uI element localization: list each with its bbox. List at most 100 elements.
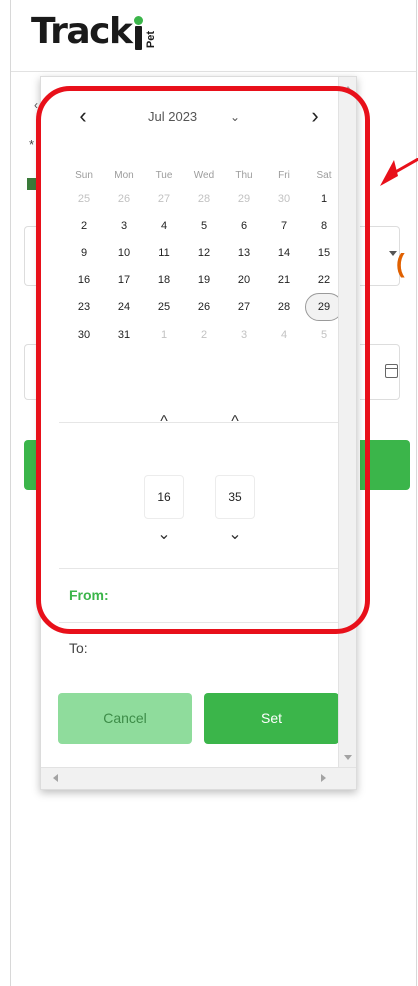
hour-input[interactable]: 16 [144,475,184,519]
calendar-day-label: 25 [157,301,171,313]
calendar-day[interactable]: 2 [64,212,104,239]
calendar-day[interactable]: 31 [104,321,144,348]
calendar-day[interactable]: 4 [144,212,184,239]
from-label[interactable]: From: [69,587,109,603]
calendar-week-row: 9 10 11 12 13 14 15 [64,239,344,266]
calendar-day[interactable]: 28 [264,293,304,321]
calendar-day[interactable]: 17 [104,266,144,293]
chevron-down-icon[interactable]: ⌄ [230,110,240,124]
app-header: Track Pet [11,0,416,72]
divider [59,568,340,569]
hour-down-button[interactable]: ⌄ [144,524,184,544]
select-field-end[interactable] [360,226,400,286]
weekday-label: Mon [114,169,134,181]
logo-pin-icon [132,16,144,50]
calendar-day[interactable]: 27 [144,185,184,212]
calendar-day-label: 5 [200,219,208,232]
calendar-day[interactable]: 20 [224,266,264,293]
submit-button-end[interactable] [360,440,410,490]
calendar-day[interactable]: 27 [224,293,264,321]
cancel-button[interactable]: Cancel [58,693,192,744]
calendar-day-label: 8 [320,219,328,232]
hour-up-button[interactable]: ^ [144,413,184,431]
minute-input[interactable]: 35 [215,475,255,519]
calendar-day[interactable]: 10 [104,239,144,266]
calendar-week-row: 30 31 1 2 3 4 5 [64,321,344,348]
calendar-day-label: 14 [277,246,291,259]
calendar-day-label: 30 [277,192,291,205]
calendar-day-label: 2 [80,219,88,232]
calendar-day-label: 26 [197,301,211,313]
calendar-day[interactable]: 30 [64,321,104,348]
calendar-day-label: 18 [157,273,171,286]
calendar-icon[interactable] [385,364,398,378]
calendar-day[interactable]: 3 [104,212,144,239]
minute-down-button[interactable]: ⌄ [215,524,255,544]
calendar-day[interactable]: 19 [184,266,224,293]
calendar-week-row: 2 3 4 5 6 7 8 [64,212,344,239]
next-month-button[interactable]: › [300,101,330,131]
calendar-day-label: 1 [160,328,168,341]
prev-month-button[interactable]: ‹ [68,101,98,131]
calendar-day[interactable]: 18 [144,266,184,293]
calendar-day[interactable]: 28 [184,185,224,212]
calendar-day-label: 30 [77,328,91,341]
calendar-day[interactable]: 9 [64,239,104,266]
calendar-day[interactable]: 2 [184,321,224,348]
calendar-day-label: 15 [317,246,331,259]
weekday-label: Wed [193,169,215,181]
calendar-day[interactable]: 26 [184,293,224,321]
calendar-day-label: 21 [277,273,291,286]
weekday-label: Thu [235,169,253,181]
checkbox-fragment[interactable] [27,178,37,190]
calendar-week-row: 25 26 27 28 29 30 1 [64,185,344,212]
month-select[interactable]: Jul 2023 [148,109,197,124]
vertical-scrollbar[interactable] [338,77,356,769]
annotation-marker: ( [396,248,405,278]
calendar-day[interactable]: 14 [264,239,304,266]
minute-up-button[interactable]: ^ [215,413,255,431]
logo-pet-label: Pet [145,30,158,48]
calendar-day[interactable]: 11 [144,239,184,266]
scroll-up-icon[interactable] [344,86,352,91]
calendar-day[interactable]: 23 [64,293,104,321]
calendar-day-label: 27 [157,192,171,205]
calendar-day[interactable]: 29 [224,185,264,212]
logo-wordmark: Track [31,11,133,52]
calendar-day-label: 11 [158,246,170,259]
calendar-day[interactable]: 16 [64,266,104,293]
trackipet-logo[interactable]: Track Pet [31,14,157,50]
weekday-label: Sun [75,169,93,181]
calendar-day[interactable]: 1 [144,321,184,348]
calendar-day[interactable]: 21 [264,266,304,293]
calendar-day[interactable]: 12 [184,239,224,266]
calendar-day[interactable]: 6 [224,212,264,239]
calendar-nav: ‹ Jul 2023 ⌄ › [58,101,340,131]
weekday-label: Fri [278,169,290,181]
calendar-day-label: 17 [117,273,131,286]
calendar-day[interactable]: 25 [64,185,104,212]
scroll-left-icon[interactable] [53,774,58,782]
calendar-grid: Sun Mon Tue Wed Thu Fri Sat 25 26 27 28 29 30… [64,165,344,348]
scroll-down-icon[interactable] [344,755,352,760]
back-chevron-icon[interactable]: ‹ [34,98,38,112]
calendar-day[interactable]: 24 [104,293,144,321]
to-label[interactable]: To: [69,640,88,656]
calendar-day[interactable]: 4 [264,321,304,348]
scroll-right-icon[interactable] [321,774,326,782]
calendar-day-label: 10 [117,246,131,259]
set-button[interactable]: Set [204,693,339,744]
calendar-day[interactable]: 25 [144,293,184,321]
calendar-day[interactable]: 3 [224,321,264,348]
calendar-day-label: 12 [197,246,211,259]
calendar-day[interactable]: 7 [264,212,304,239]
calendar-day-label: 4 [280,328,288,341]
weekday-row: Sun Mon Tue Wed Thu Fri Sat [64,165,344,185]
horizontal-scrollbar[interactable] [41,767,356,789]
calendar-day[interactable]: 30 [264,185,304,212]
calendar-day[interactable]: 5 [184,212,224,239]
calendar-day-label: 19 [197,273,211,286]
calendar-day[interactable]: 26 [104,185,144,212]
calendar-day[interactable]: 13 [224,239,264,266]
calendar-day-label: 26 [117,192,131,205]
